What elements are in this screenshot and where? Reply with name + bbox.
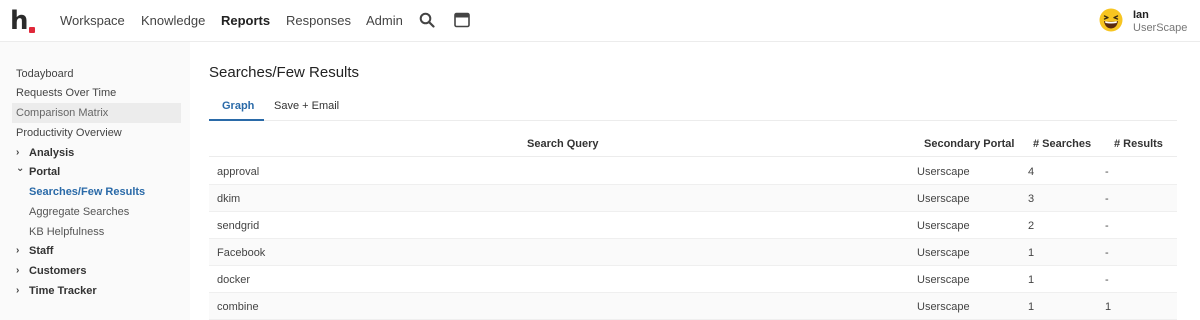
sidebar-group-time-tracker[interactable]: › Time Tracker	[12, 281, 181, 301]
sidebar-item-label: Comparison Matrix	[16, 107, 109, 119]
chevron-right-icon: ›	[16, 285, 20, 296]
sidebar-item-label: Time Tracker	[29, 285, 97, 297]
nav-knowledge[interactable]: Knowledge	[141, 13, 205, 28]
cell-search-query: sendgrid	[217, 220, 260, 232]
sidebar-item-searches-few-results[interactable]: Searches/Few Results	[12, 182, 181, 202]
nav-admin[interactable]: Admin	[366, 13, 403, 28]
table-row: sendgrid Userscape 2 -	[209, 212, 1177, 239]
sidebar-item-label: Aggregate Searches	[29, 206, 130, 218]
cell-search-query: dkim	[217, 193, 241, 205]
sidebar-item-label: Customers	[29, 265, 87, 277]
table-row: dkim Userscape 3 -	[209, 185, 1177, 212]
cell-results: -	[1105, 193, 1109, 205]
column-header-search-query[interactable]: Search Query	[527, 138, 599, 150]
sidebar-group-portal[interactable]: ⌄ Portal	[12, 162, 181, 182]
sidebar-item-requests-over-time[interactable]: Requests Over Time	[12, 83, 181, 103]
chevron-right-icon: ›	[16, 265, 20, 276]
cell-searches: 4	[1028, 166, 1035, 178]
cell-searches: 3	[1028, 193, 1035, 205]
chevron-right-icon: ›	[16, 245, 20, 256]
cell-searches: 1	[1028, 301, 1035, 313]
active-tab-indicator	[209, 119, 264, 121]
cell-secondary-portal: Userscape	[917, 301, 970, 313]
laughing-emoji-icon	[1099, 8, 1123, 32]
sidebar-group-staff[interactable]: › Staff	[12, 241, 181, 261]
search-icon[interactable]	[419, 12, 435, 31]
sidebar-item-aggregate-searches[interactable]: Aggregate Searches	[12, 202, 181, 222]
logo-dot	[29, 27, 35, 33]
cell-secondary-portal: Userscape	[917, 166, 970, 178]
cell-search-query: docker	[217, 274, 251, 286]
chevron-down-icon: ⌄	[16, 163, 25, 174]
table-header: Search Query Secondary Portal # Searches…	[209, 132, 1177, 157]
table-row: docker Userscape 1 -	[209, 266, 1177, 293]
page-title: Searches/Few Results	[209, 64, 360, 81]
sidebar-item-label: Todayboard	[16, 68, 74, 80]
sidebar-item-label: Staff	[29, 245, 54, 257]
nav-responses[interactable]: Responses	[286, 13, 351, 28]
cell-secondary-portal: Userscape	[917, 274, 970, 286]
window-icon[interactable]	[454, 12, 470, 31]
cell-results: -	[1105, 247, 1109, 259]
top-navigation-bar: h Workspace Knowledge Reports Responses …	[0, 0, 1200, 42]
sidebar-group-analysis[interactable]: › Analysis	[12, 143, 181, 163]
sidebar-item-label: Searches/Few Results	[29, 186, 146, 198]
nav-reports[interactable]: Reports	[221, 13, 270, 28]
cell-searches: 2	[1028, 220, 1035, 232]
report-tabs: Graph Save + Email	[209, 94, 1177, 121]
sidebar-group-customers[interactable]: › Customers	[12, 261, 181, 281]
cell-secondary-portal: Userscape	[917, 220, 970, 232]
sidebar-item-productivity-overview[interactable]: Productivity Overview	[12, 123, 181, 143]
app-logo[interactable]: h	[10, 7, 36, 35]
table-row: combine Userscape 1 1	[209, 293, 1177, 320]
user-name: Ian	[1133, 9, 1149, 21]
nav-workspace[interactable]: Workspace	[60, 13, 125, 28]
sidebar-item-label: Portal	[29, 166, 61, 178]
cell-searches: 1	[1028, 247, 1035, 259]
cell-results: -	[1105, 274, 1109, 286]
cell-secondary-portal: Userscape	[917, 193, 970, 205]
sidebar-item-todayboard[interactable]: Todayboard	[12, 64, 181, 84]
logo-letter: h	[10, 6, 29, 36]
sidebar-item-label: Productivity Overview	[16, 127, 122, 139]
table-row: approval Userscape 4 -	[209, 158, 1177, 185]
tab-save-email[interactable]: Save + Email	[274, 100, 339, 112]
cell-search-query: Facebook	[217, 247, 266, 259]
tab-graph[interactable]: Graph	[222, 100, 254, 112]
sidebar-item-kb-helpfulness[interactable]: KB Helpfulness	[12, 222, 181, 242]
sidebar-item-label: Analysis	[29, 147, 75, 159]
column-header-results[interactable]: # Results	[1114, 138, 1163, 150]
cell-search-query: combine	[217, 301, 259, 313]
column-header-searches[interactable]: # Searches	[1033, 138, 1091, 150]
sidebar-item-label: KB Helpfulness	[29, 226, 105, 238]
reports-sidebar: Todayboard Requests Over Time Comparison…	[0, 42, 190, 320]
cell-secondary-portal: Userscape	[917, 247, 970, 259]
table-row: Facebook Userscape 1 -	[209, 239, 1177, 266]
report-content: Searches/Few Results Graph Save + Email …	[190, 42, 1200, 320]
cell-search-query: approval	[217, 166, 260, 178]
user-organization: UserScape	[1133, 22, 1188, 34]
cell-results: 1	[1105, 301, 1112, 313]
cell-results: -	[1105, 220, 1109, 232]
column-header-secondary-portal[interactable]: Secondary Portal	[924, 138, 1014, 150]
sidebar-item-comparison-matrix[interactable]: Comparison Matrix	[12, 103, 181, 123]
cell-searches: 1	[1028, 274, 1035, 286]
cell-results: -	[1105, 166, 1109, 178]
sidebar-item-label: Requests Over Time	[16, 87, 117, 99]
